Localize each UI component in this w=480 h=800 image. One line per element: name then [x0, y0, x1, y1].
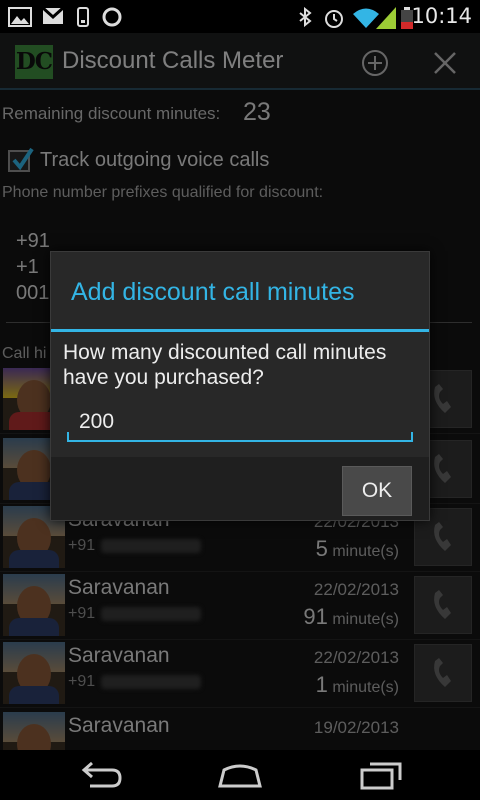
ok-button[interactable]: OK	[342, 466, 412, 516]
bluetooth-icon	[299, 7, 312, 27]
home-icon[interactable]	[216, 758, 264, 792]
add-minutes-dialog: Add discount call minutes How many disco…	[50, 251, 430, 521]
status-time: 10:14	[411, 4, 472, 28]
image-icon	[8, 7, 32, 27]
phone-battery-icon	[77, 7, 89, 27]
gmail-icon	[42, 7, 64, 24]
recent-apps-icon[interactable]	[356, 758, 404, 792]
dialog-title-divider	[51, 329, 429, 332]
back-icon[interactable]	[76, 758, 124, 792]
dialog-message: How many discounted call minutes have yo…	[63, 341, 387, 389]
navigation-bar	[0, 750, 480, 800]
status-bar: 10:14	[0, 0, 480, 33]
dialog-button-bar: OK	[51, 457, 429, 520]
minutes-input[interactable]: 200	[67, 404, 413, 442]
lifebuoy-icon	[102, 7, 122, 27]
alarm-icon	[325, 10, 343, 28]
signal-icon	[376, 7, 396, 29]
dialog-title: Add discount call minutes	[71, 278, 355, 306]
